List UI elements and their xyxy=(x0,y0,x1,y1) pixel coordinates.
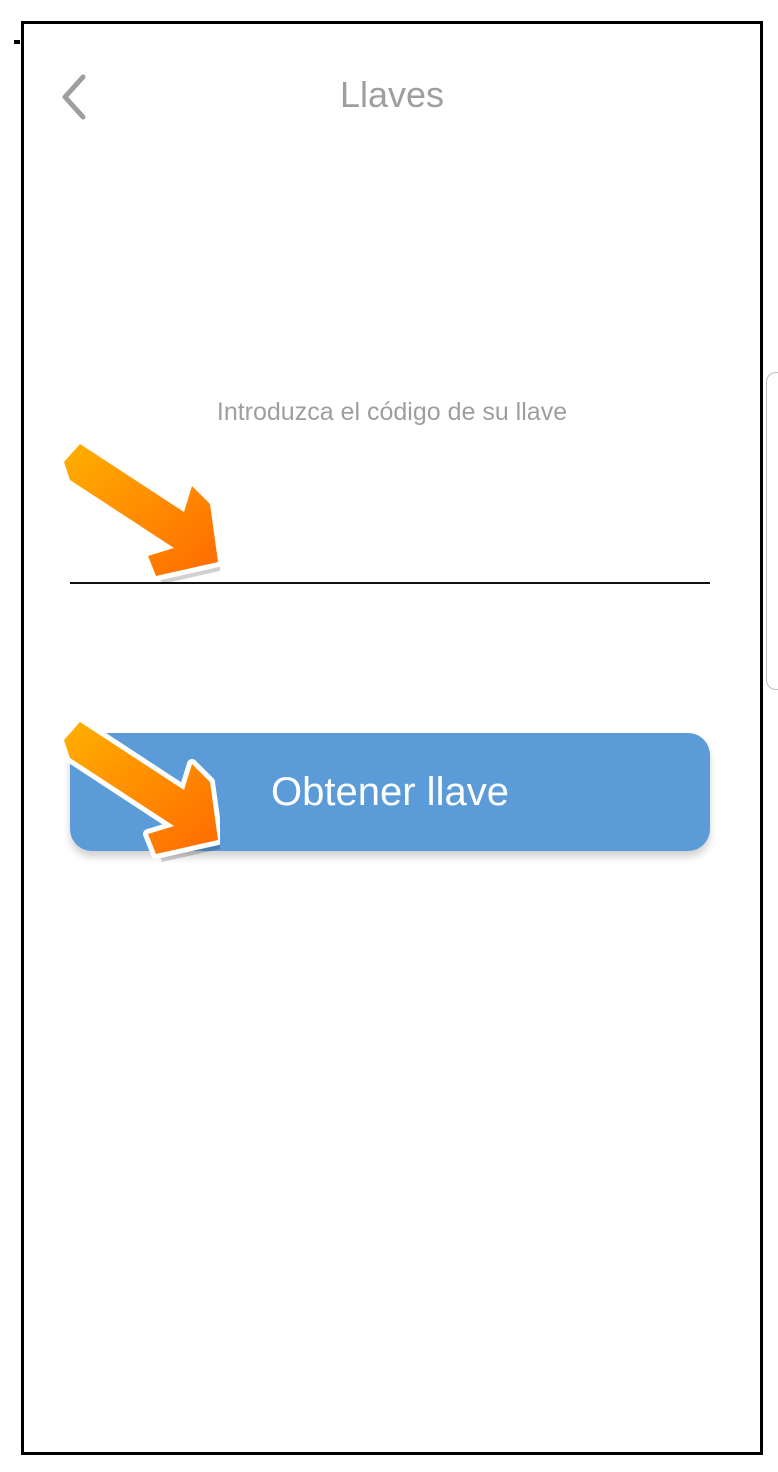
page-title: Llaves xyxy=(339,74,445,115)
get-key-button[interactable]: Obtener llave xyxy=(70,733,710,851)
get-key-button-label: Obtener llave xyxy=(271,769,509,814)
screenshot-canvas: Llaves Introduzca el código de su llave … xyxy=(0,0,778,1472)
corner-mark xyxy=(14,40,20,44)
key-code-label: Introduzca el código de su llave xyxy=(216,398,568,426)
key-code-input[interactable] xyxy=(70,504,710,584)
app-screen: Llaves Introduzca el código de su llave … xyxy=(21,21,763,1455)
side-panel-handle[interactable] xyxy=(766,372,778,690)
